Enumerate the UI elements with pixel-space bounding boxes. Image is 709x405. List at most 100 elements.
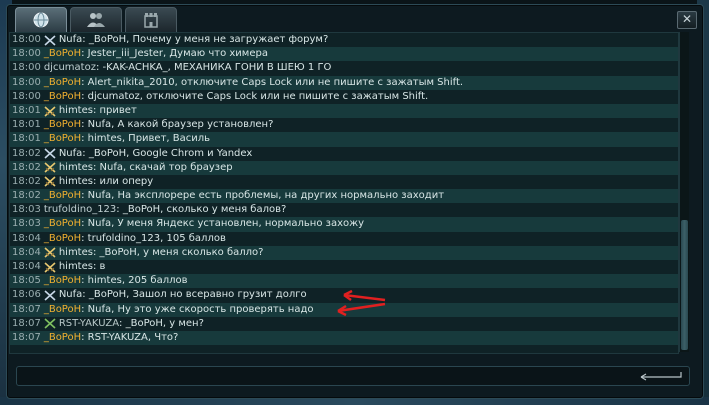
message-author[interactable]: _BoPoH (44, 132, 81, 146)
message-author[interactable]: _BoPoH (44, 76, 81, 90)
close-button[interactable]: ✕ (677, 11, 697, 29)
green-swords-icon (44, 318, 56, 329)
tab-group[interactable] (70, 7, 122, 33)
message-text: : RST-YAKUZA, Что? (81, 331, 179, 343)
chat-message-row: 18:03 trufoldino_123: _BoPoH, сколько у м… (10, 203, 678, 217)
message-text: : Alert_nikita_2010, отключите Caps Lock… (81, 76, 464, 88)
message-author[interactable]: _BoPoH (44, 331, 81, 345)
chat-message-row: 18:02 Nufa: _BoPoH, Google Chrom и Yandex (10, 147, 678, 161)
message-text: : _BoPoH, у мен? (119, 317, 204, 329)
message-text: : trufoldino_123, 105 баллов (81, 232, 226, 244)
message-text: : Nufa, А какой браузер установлен? (81, 119, 274, 131)
message-text: : _BoPoH, Зашол но всеравно грузит долго (82, 289, 307, 301)
swords-icon (44, 290, 56, 301)
message-author[interactable]: Nufa (59, 147, 82, 161)
message-time: 18:00 (12, 62, 41, 74)
message-author[interactable]: RST-YAKUZA (59, 317, 119, 331)
chat-message-row: 18:00 djcumatoz: -KAK-ACHKA_, МЕХАНИКА ГО… (10, 61, 678, 75)
chat-message-row: 18:03 _BoPoH: Nufa, У меня Яндекс установ… (10, 217, 678, 232)
chat-message-row: 18:04 _BoPoH: trufoldino_123, 105 баллов (10, 232, 678, 246)
chat-message-row: 18:02 himtes: или оперу (10, 175, 678, 189)
red-annotation-arrows (337, 290, 386, 317)
chat-message-row: 18:07 _BoPoH: RST-YAKUZA, Что? (10, 330, 678, 346)
message-time: 18:01 (12, 133, 41, 145)
message-time: 18:07 (12, 331, 41, 343)
message-text: : или оперу (92, 175, 154, 187)
message-time: 18:04 (12, 232, 41, 244)
chat-message-row: 18:00 _BoPoH: djcumatoz, отключите Caps L… (10, 90, 678, 104)
message-time: 18:07 (12, 303, 41, 315)
message-time: 18:04 (12, 246, 41, 258)
globe-icon (33, 12, 49, 28)
chat-tabs (15, 7, 177, 33)
message-text: : привет (92, 104, 137, 116)
chat-message-row: 18:00 Nufa: _BoPoH, Почему у меня не загр… (10, 33, 678, 47)
message-time: 18:06 (12, 289, 41, 301)
message-text: : _BoPoH, Почему у меня не загружает фор… (82, 34, 329, 45)
message-text: : _BoPoH, у меня сколько балло? (92, 246, 264, 258)
enter-arrow-icon (640, 372, 682, 381)
message-time: 18:02 (12, 161, 41, 173)
message-text: : Nufa, скачай тор браузер (92, 161, 233, 173)
message-time: 18:02 (12, 175, 41, 187)
chat-message-row: 18:02 himtes: Nufa, скачай тор браузер (10, 160, 678, 175)
message-author[interactable]: Nufa (59, 288, 82, 302)
message-author[interactable]: trufoldino_123 (44, 203, 116, 217)
message-text: : Nufa, На эксплорере есть проблемы, на … (81, 190, 445, 202)
message-time: 18:02 (12, 147, 41, 159)
chat-scrollbar[interactable] (679, 32, 689, 352)
message-text: : -KAK-ACHKA_, МЕХАНИКА ГОНИ В ШЕЮ 1 ГО (95, 62, 332, 74)
message-text: : Jester_iii_Jester, Думаю что химера (81, 48, 268, 60)
chat-message-row: 18:00 _BoPoH: Alert_nikita_2010, отключит… (10, 75, 678, 90)
cross-swords-icon (44, 105, 56, 117)
cross-swords-icon (44, 261, 56, 273)
message-author[interactable]: himtes (59, 104, 93, 118)
message-time: 18:05 (12, 275, 41, 287)
message-author[interactable]: _BoPoH (44, 274, 81, 288)
message-text: : _BoPoH, Google Chrom и Yandex (82, 147, 253, 159)
message-author[interactable]: _BoPoH (44, 189, 81, 203)
message-time: 18:00 (12, 48, 41, 60)
message-time: 18:00 (12, 90, 41, 102)
message-author[interactable]: himtes (59, 260, 93, 274)
message-text: : himtes, 205 баллов (81, 275, 188, 287)
message-time: 18:03 (12, 204, 41, 216)
message-author[interactable]: _BoPoH (44, 47, 81, 61)
chat-message-row: 18:01 _BoPoH: Nufa, А какой браузер устан… (10, 118, 678, 132)
message-author[interactable]: _BoPoH (44, 118, 81, 132)
scrollbar-thumb[interactable] (681, 220, 688, 350)
message-author[interactable]: _BoPoH (44, 90, 81, 104)
tab-general[interactable] (15, 7, 67, 33)
close-icon: ✕ (681, 12, 693, 26)
message-author[interactable]: _BoPoH (44, 303, 81, 317)
tab-clan[interactable] (125, 7, 177, 33)
message-time: 18:07 (12, 317, 41, 329)
message-author[interactable]: himtes (59, 175, 93, 189)
message-author[interactable]: himtes (59, 161, 93, 175)
chat-message-row: 18:01 _BoPoH: himtes, Привет, Василь (10, 132, 678, 147)
message-author[interactable]: _BoPoH (44, 217, 81, 231)
chat-message-row: 18:04 himtes: _BoPoH, у меня сколько балл… (10, 245, 678, 260)
cross-swords-icon (44, 247, 56, 259)
message-time: 18:03 (12, 218, 41, 230)
message-time: 18:00 (12, 76, 41, 88)
chat-message-row: 18:00 _BoPoH: Jester_iii_Jester, Думаю чт… (10, 47, 678, 62)
chat-input[interactable] (16, 366, 690, 386)
castle-icon (144, 13, 158, 28)
chat-message-row: 18:04 himtes: в (10, 260, 678, 274)
message-author[interactable]: djcumatoz (44, 61, 96, 75)
message-time: 18:00 (12, 34, 41, 45)
message-text: : _BoPoH, сколько у меня балов? (116, 204, 287, 216)
message-author[interactable]: _BoPoH (44, 232, 81, 246)
swords-icon (44, 148, 56, 159)
cross-swords-icon (44, 162, 56, 173)
message-author[interactable]: himtes (59, 246, 93, 260)
chat-message-row: 18:02 _BoPoH: Nufa, На эксплорере есть пр… (10, 189, 678, 204)
message-time: 18:02 (12, 190, 41, 202)
message-author[interactable]: Nufa (59, 33, 82, 47)
message-time: 18:01 (12, 104, 41, 116)
chat-message-row: 18:01 himtes: привет (10, 103, 678, 119)
message-time: 18:04 (12, 261, 41, 272)
message-text: : himtes, Привет, Василь (81, 133, 211, 145)
message-time: 18:01 (12, 119, 41, 131)
